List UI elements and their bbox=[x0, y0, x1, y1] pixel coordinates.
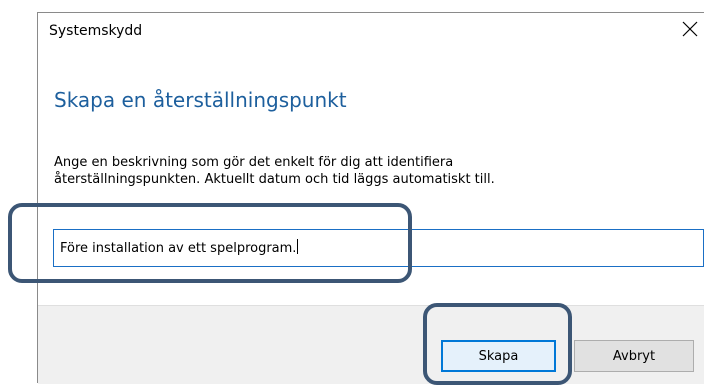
dialog-footer: Skapa Avbryt bbox=[38, 305, 704, 384]
system-protection-dialog: Systemskydd Skapa en återställningspunkt… bbox=[37, 12, 704, 384]
instruction-line-1: Ange en beskrivning som gör det enkelt f… bbox=[54, 155, 454, 170]
create-button[interactable]: Skapa bbox=[441, 340, 556, 372]
window-title: Systemskydd bbox=[49, 23, 143, 39]
page-heading: Skapa en återställningspunkt bbox=[54, 88, 347, 112]
close-icon[interactable] bbox=[679, 18, 701, 40]
restore-point-description-input[interactable] bbox=[53, 229, 704, 267]
title-bar: Systemskydd bbox=[38, 13, 704, 53]
instruction-text: Ange en beskrivning som gör det enkelt f… bbox=[54, 154, 694, 188]
instruction-line-2: återställningspunkten. Aktuellt datum oc… bbox=[54, 172, 495, 187]
cancel-button[interactable]: Avbryt bbox=[574, 340, 694, 372]
